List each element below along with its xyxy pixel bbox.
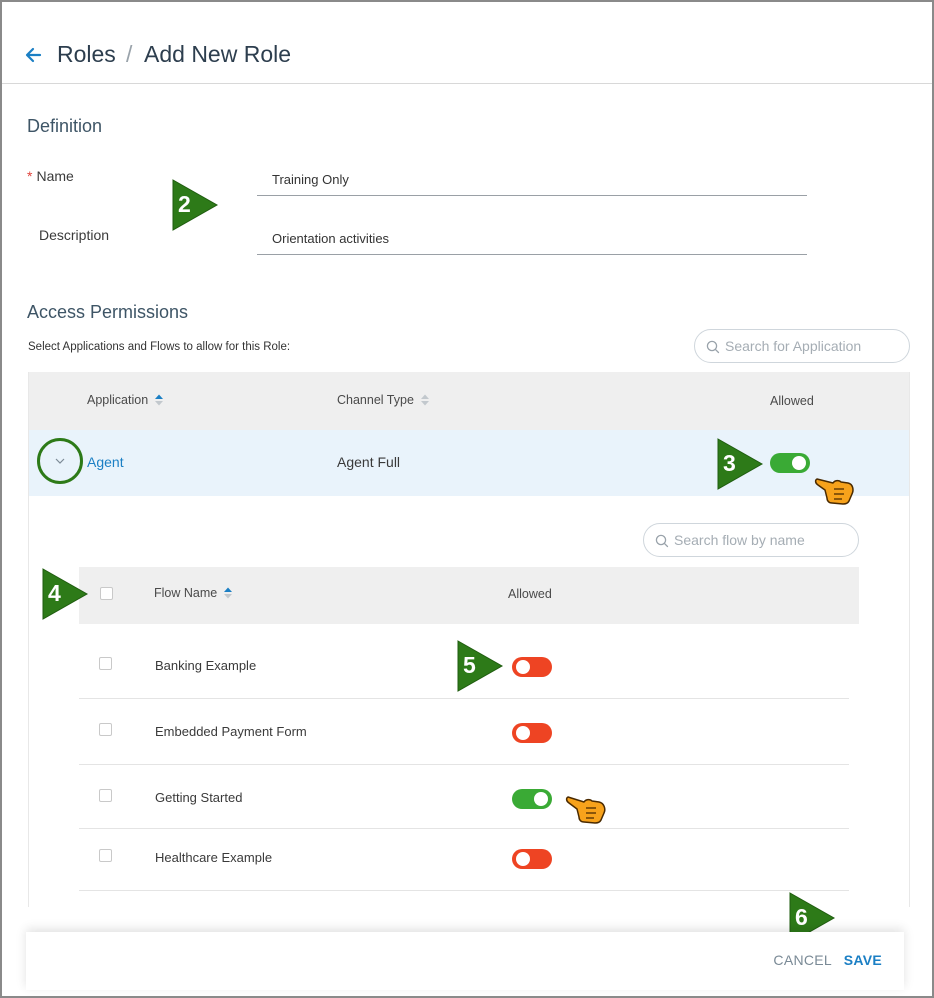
access-permissions-title: Access Permissions [27, 302, 189, 322]
application-allowed-toggle[interactable] [770, 453, 810, 473]
breadcrumb-roles[interactable]: Roles [57, 41, 116, 68]
save-button[interactable]: SAVE [844, 952, 882, 968]
pointing-hand-icon [814, 478, 854, 505]
callout-number: 3 [723, 450, 736, 476]
column-application-label: Application [87, 393, 149, 407]
back-arrow-icon[interactable] [24, 42, 46, 68]
column-flow-name[interactable]: Flow Name [154, 586, 233, 600]
description-input[interactable] [257, 217, 807, 255]
flow-row: Embedded Payment Form [79, 699, 849, 765]
flow-allowed-toggle[interactable] [512, 723, 552, 743]
callout-number: 5 [463, 652, 476, 678]
name-label-text: Name [36, 168, 74, 184]
access-instructions: Select Applications and Flows to allow f… [28, 341, 291, 353]
breadcrumb-separator: / [126, 41, 133, 67]
toggle-knob [516, 852, 530, 866]
search-icon [655, 534, 669, 548]
flow-name: Banking Example [155, 658, 257, 673]
name-label: * Name [27, 168, 74, 184]
flow-checkbox[interactable] [99, 849, 112, 862]
toggle-knob [792, 456, 806, 470]
flow-checkbox[interactable] [99, 657, 112, 670]
role-editor-window: Roles / Add New Role Definition *Name De… [0, 0, 934, 998]
application-name[interactable]: Agent [87, 454, 124, 470]
application-search[interactable] [694, 329, 910, 363]
toggle-knob [516, 660, 530, 674]
sort-ascending-icon [155, 394, 164, 406]
sort-ascending-icon [224, 587, 233, 599]
flow-search-input[interactable] [674, 524, 850, 556]
description-label: Description [39, 227, 110, 243]
toggle-knob [534, 792, 548, 806]
column-application[interactable]: Application [87, 393, 164, 407]
expand-row-button[interactable] [37, 438, 83, 484]
flow-checkbox[interactable] [99, 789, 112, 802]
flow-row: Healthcare Example [79, 829, 849, 891]
column-channel-type-label: Channel Type [337, 393, 414, 407]
required-star-icon: * [27, 168, 33, 184]
flow-name: Healthcare Example [155, 850, 273, 865]
callout-number: 4 [48, 580, 61, 606]
callout-number: 6 [795, 904, 808, 930]
flow-table-header: Flow Name Allowed [79, 567, 859, 624]
name-input[interactable] [257, 158, 807, 196]
flow-row: Getting Started [79, 765, 849, 829]
column-allowed: Allowed [770, 394, 814, 408]
search-icon [706, 340, 720, 354]
cancel-button[interactable]: CANCEL [773, 952, 832, 968]
flow-allowed-toggle[interactable] [512, 657, 552, 677]
page-header: Roles / Add New Role [2, 2, 932, 84]
flow-name: Embedded Payment Form [155, 724, 307, 739]
callout-marker: 5 [455, 638, 505, 694]
application-channel-type: Agent Full [337, 454, 401, 470]
select-all-checkbox[interactable] [100, 587, 113, 600]
application-table-header: Application Channel Type Allowed [29, 372, 909, 430]
definition-title: Definition [27, 116, 103, 136]
callout-marker: 2 [170, 177, 220, 233]
callout-number: 2 [178, 191, 191, 217]
callout-marker: 4 [40, 566, 90, 622]
column-flow-name-label: Flow Name [154, 586, 218, 600]
flow-allowed-toggle[interactable] [512, 789, 552, 809]
action-footer: CANCEL SAVE [26, 932, 904, 990]
page-title: Add New Role [144, 41, 292, 67]
flow-checkbox[interactable] [99, 723, 112, 736]
application-search-input[interactable] [725, 330, 901, 362]
flow-name: Getting Started [155, 790, 243, 805]
callout-marker: 3 [715, 436, 765, 492]
column-flow-allowed: Allowed [508, 587, 552, 601]
toggle-knob [516, 726, 530, 740]
chevron-down-icon [55, 458, 65, 464]
pointing-hand-icon [565, 796, 606, 824]
flow-search[interactable] [643, 523, 859, 557]
flow-allowed-toggle[interactable] [512, 849, 552, 869]
column-channel-type[interactable]: Channel Type [337, 393, 430, 407]
sort-icon [420, 394, 429, 406]
